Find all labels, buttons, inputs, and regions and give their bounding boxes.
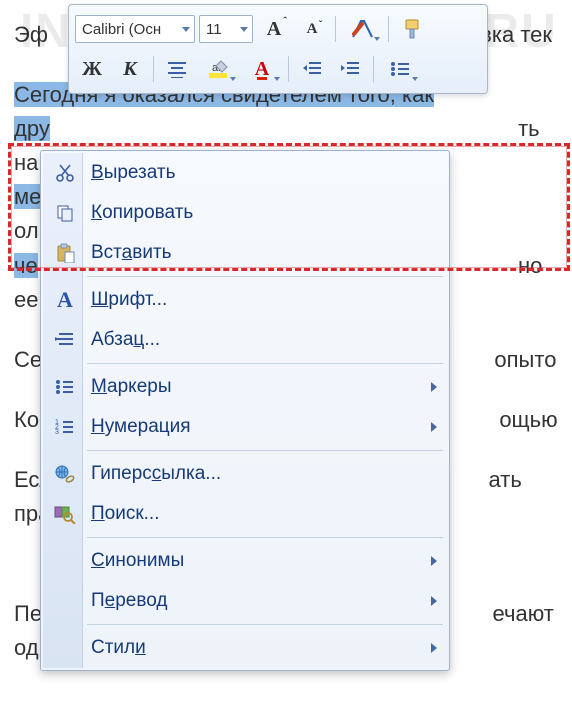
chevron-down-icon [274, 77, 280, 81]
numbering-icon: 123 [45, 407, 85, 447]
bullets-icon [45, 367, 85, 407]
decrease-indent-icon [302, 60, 322, 78]
doc-text: вка тек [480, 22, 552, 47]
font-name-combo[interactable]: Calibri (Оcн [75, 15, 195, 43]
menu-separator [87, 276, 443, 277]
menu-item-copy[interactable]: Копировать [43, 193, 447, 233]
menu-label: Шрифт... [91, 289, 167, 311]
mini-toolbar: Calibri (Оcн 11 Aˆ Aˇ [68, 4, 488, 94]
italic-button[interactable]: К [113, 54, 147, 84]
menu-separator [87, 624, 443, 625]
doc-text: опыто [494, 347, 556, 372]
menu-item-paste[interactable]: Вставить [43, 233, 447, 273]
highlight-button[interactable]: ab [198, 54, 238, 84]
chevron-down-icon [374, 37, 380, 41]
submenu-arrow-icon [431, 643, 437, 653]
menu-label: Маркеры [91, 376, 172, 398]
separator [335, 16, 336, 42]
bold-icon: Ж [82, 58, 102, 81]
context-menu: Вырезать Копировать Вставить A Шрифт... … [40, 150, 450, 671]
chevron-down-icon [240, 27, 248, 32]
grow-font-icon: Aˆ [267, 19, 281, 39]
menu-item-styles[interactable]: Стили [43, 628, 447, 668]
selected-text[interactable]: ме [14, 184, 41, 209]
styles-button[interactable] [342, 14, 382, 44]
menu-item-bullets[interactable]: Маркеры [43, 367, 447, 407]
copy-icon [45, 193, 85, 233]
menu-separator [87, 450, 443, 451]
italic-icon: К [123, 58, 137, 81]
styles-icon [45, 628, 85, 668]
separator [388, 16, 389, 42]
menu-item-numbering[interactable]: 123 Нумерация [43, 407, 447, 447]
doc-text: ечают [493, 601, 554, 626]
menu-label: Вставить [91, 242, 172, 264]
doc-text: Ко [14, 407, 39, 432]
increase-indent-button[interactable] [333, 54, 367, 84]
submenu-arrow-icon [431, 422, 437, 432]
menu-item-translate[interactable]: Перевод [43, 581, 447, 621]
selected-text[interactable]: дру [14, 116, 50, 141]
chevron-down-icon [182, 27, 190, 32]
hyperlink-icon [45, 454, 85, 494]
menu-label: Вырезать [91, 162, 176, 184]
bullets-button[interactable] [380, 54, 420, 84]
format-painter-button[interactable] [395, 14, 429, 44]
translate-icon [45, 581, 85, 621]
font-name-value: Calibri (Оcн [82, 21, 161, 38]
menu-separator [87, 537, 443, 538]
align-center-icon [167, 60, 187, 78]
font-size-combo[interactable]: 11 [199, 15, 253, 43]
submenu-arrow-icon [431, 596, 437, 606]
separator [288, 56, 289, 82]
chevron-down-icon [230, 77, 236, 81]
menu-item-hyperlink[interactable]: Гиперссылка... [43, 454, 447, 494]
increase-indent-icon [340, 60, 360, 78]
search-icon [45, 494, 85, 534]
font-dialog-icon: A [45, 280, 85, 320]
paragraph-icon [45, 320, 85, 360]
synonyms-icon [45, 541, 85, 581]
doc-text: ощью [499, 407, 557, 432]
bullets-icon [390, 60, 410, 78]
menu-label: Копировать [91, 202, 193, 224]
bold-button[interactable]: Ж [75, 54, 109, 84]
font-color-button[interactable]: A [242, 54, 282, 84]
menu-label: Абзац... [91, 329, 160, 351]
menu-separator [87, 363, 443, 364]
selected-text[interactable]: че [14, 253, 38, 278]
svg-text:3: 3 [55, 429, 59, 436]
shrink-font-button[interactable]: Aˇ [295, 14, 329, 44]
separator [373, 56, 374, 82]
menu-label: Гиперссылка... [91, 463, 221, 485]
doc-text: Эф [14, 22, 48, 47]
highlight-icon: ab [207, 59, 229, 79]
menu-item-paragraph[interactable]: Абзац... [43, 320, 447, 360]
chevron-down-icon [412, 77, 418, 81]
menu-label: Нумерация [91, 416, 191, 438]
menu-item-cut[interactable]: Вырезать [43, 153, 447, 193]
decrease-indent-button[interactable] [295, 54, 329, 84]
menu-label: Перевод [91, 590, 167, 612]
font-size-value: 11 [206, 21, 222, 38]
separator [153, 56, 154, 82]
align-center-button[interactable] [160, 54, 194, 84]
cut-icon [45, 153, 85, 193]
shrink-font-icon: Aˇ [307, 22, 318, 37]
font-color-icon: A [255, 58, 269, 81]
menu-item-font[interactable]: A Шрифт... [43, 280, 447, 320]
format-painter-icon [401, 18, 423, 40]
menu-item-synonyms[interactable]: Синонимы [43, 541, 447, 581]
styles-icon [350, 18, 374, 40]
menu-label: Поиск... [91, 503, 160, 525]
menu-item-search[interactable]: Поиск... [43, 494, 447, 534]
submenu-arrow-icon [431, 382, 437, 392]
menu-label: Синонимы [91, 550, 184, 572]
grow-font-button[interactable]: Aˆ [257, 14, 291, 44]
submenu-arrow-icon [431, 556, 437, 566]
menu-label: Стили [91, 637, 146, 659]
paste-icon [45, 233, 85, 273]
